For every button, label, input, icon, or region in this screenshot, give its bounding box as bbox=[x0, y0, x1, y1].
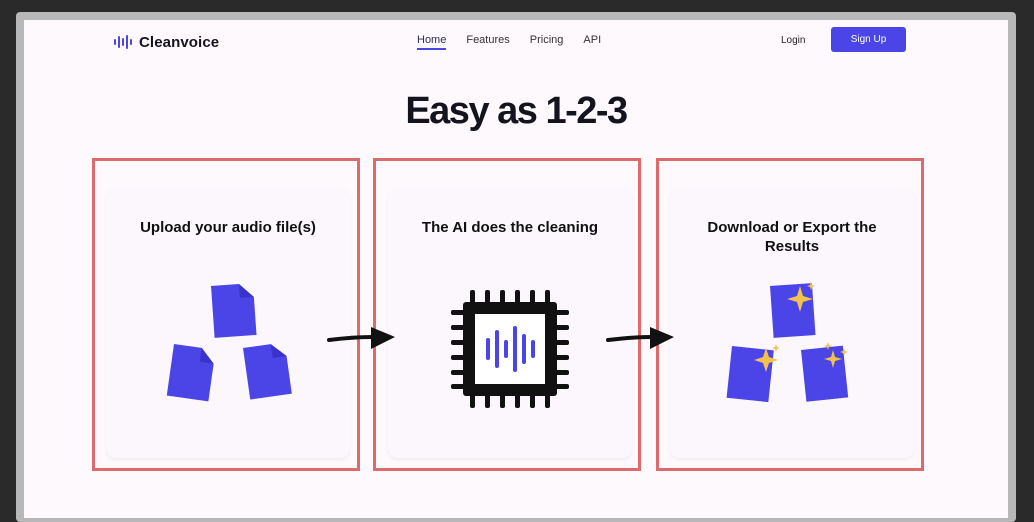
top-nav: Cleanvoice Home Features Pricing API Log… bbox=[24, 20, 1008, 64]
nav-links: Home Features Pricing API bbox=[417, 34, 621, 50]
login-link[interactable]: Login bbox=[781, 35, 805, 46]
nav-link-pricing[interactable]: Pricing bbox=[530, 34, 564, 46]
nav-link-api[interactable]: API bbox=[583, 34, 601, 46]
page-headline: Easy as 1-2-3 bbox=[405, 90, 628, 132]
brand-logo[interactable]: Cleanvoice bbox=[114, 32, 219, 52]
waveform-logo-icon bbox=[114, 35, 132, 49]
highlight-box-step2 bbox=[373, 158, 641, 471]
page: Cleanvoice Home Features Pricing API Log… bbox=[24, 20, 1008, 518]
arrow-right-icon bbox=[606, 327, 674, 349]
signup-button[interactable]: Sign Up bbox=[831, 27, 906, 52]
highlight-box-step3 bbox=[656, 158, 924, 471]
brand-name: Cleanvoice bbox=[139, 33, 220, 51]
nav-link-features[interactable]: Features bbox=[466, 34, 509, 46]
highlight-box-step1 bbox=[92, 158, 360, 471]
arrow-right-icon bbox=[327, 327, 395, 349]
nav-link-home[interactable]: Home bbox=[417, 34, 447, 50]
